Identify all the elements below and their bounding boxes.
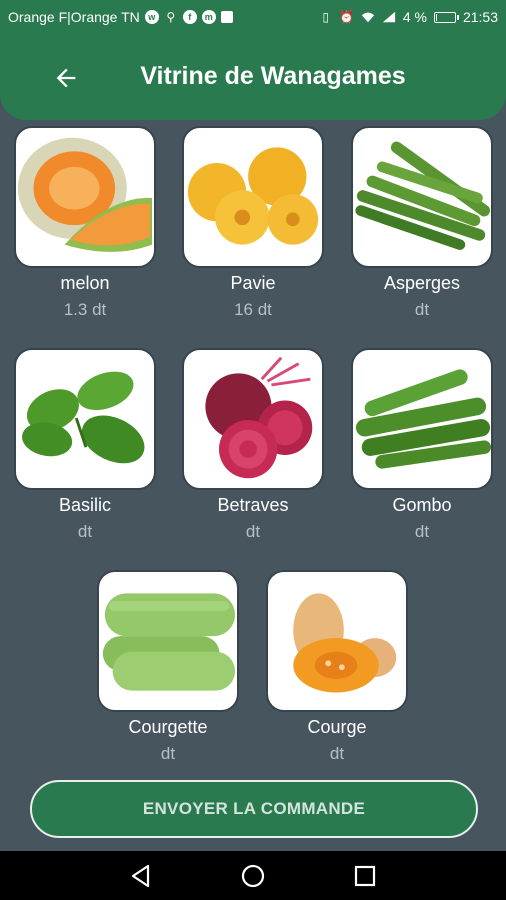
product-image-gombo[interactable]: [351, 348, 493, 490]
home-circle-icon[interactable]: [240, 863, 266, 889]
product-name: melon: [60, 273, 110, 293]
usb-icon: ⚲: [166, 10, 176, 24]
carrier-label: Orange F|Orange TN: [8, 9, 140, 25]
send-order-button[interactable]: ENVOYER LA COMMANDE: [30, 780, 478, 838]
product-card-courge[interactable]: Courge dt: [266, 570, 408, 764]
product-image-courge[interactable]: [266, 570, 408, 712]
facebook-icon: f: [182, 10, 197, 24]
product-price: 16 dt: [234, 300, 272, 319]
product-name: Courgette: [128, 717, 208, 737]
product-name: Betraves: [217, 495, 289, 515]
product-image-asperges[interactable]: [351, 126, 493, 268]
app-bar: Vitrine de Wanagames: [0, 34, 506, 120]
battery-percent: 4 %: [402, 9, 427, 25]
product-image-pavie[interactable]: [182, 126, 324, 268]
back-triangle-icon[interactable]: [128, 863, 154, 889]
product-card-pavie[interactable]: Pavie 16 dt: [182, 126, 324, 320]
product-card-betraves[interactable]: Betraves dt: [182, 348, 324, 542]
product-card-asperges[interactable]: Asperges dt: [351, 126, 493, 320]
product-name: Courge: [307, 717, 367, 737]
battery-icon: [433, 11, 459, 23]
messenger-icon: m: [201, 10, 216, 24]
product-name: Basilic: [58, 495, 111, 515]
product-price: dt: [329, 744, 345, 763]
product-price: dt: [414, 522, 430, 541]
product-card-melon[interactable]: melon 1.3 dt: [14, 126, 156, 320]
product-card-basilic[interactable]: Basilic dt: [14, 348, 156, 542]
vibrate-icon: ▯: [322, 10, 330, 24]
product-image-betraves[interactable]: [182, 348, 324, 490]
clock: 21:53: [462, 9, 498, 25]
product-name: Asperges: [383, 273, 461, 293]
product-image-melon[interactable]: [14, 126, 156, 268]
status-bar: Orange F|Orange TN w ⚲ f m ▯ ⏰ 4 % 21:53: [0, 0, 506, 34]
signal-icon: [382, 10, 396, 24]
product-price: dt: [160, 744, 176, 763]
product-image-basilic[interactable]: [14, 348, 156, 490]
product-card-courgette[interactable]: Courgette dt: [97, 570, 239, 764]
product-price: dt: [77, 522, 93, 541]
product-price: dt: [414, 300, 430, 319]
app-icon: [220, 11, 233, 23]
product-price: 1.3 dt: [63, 300, 107, 319]
page-title: Vitrine de Wanagames: [140, 62, 406, 90]
product-image-courgette[interactable]: [97, 570, 239, 712]
product-name: Pavie: [230, 273, 276, 293]
product-price: dt: [245, 522, 261, 541]
product-name: Gombo: [392, 495, 452, 515]
product-card-gombo[interactable]: Gombo dt: [351, 348, 493, 542]
wifi-icon: [361, 10, 375, 24]
alarm-icon: ⏰: [339, 10, 355, 24]
system-nav-bar: [0, 851, 506, 900]
whatsapp-icon: w: [144, 10, 159, 24]
recents-square-icon[interactable]: [352, 863, 378, 889]
